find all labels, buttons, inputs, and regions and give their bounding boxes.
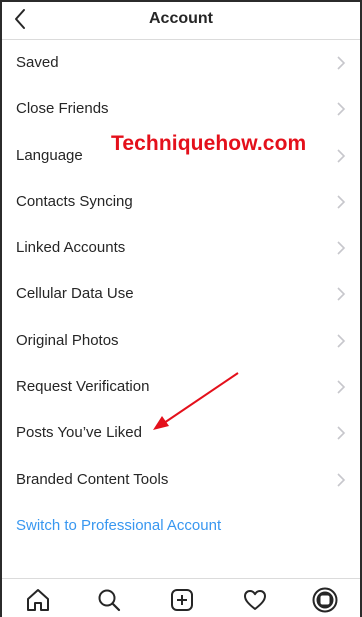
chevron-right-icon	[337, 56, 346, 70]
settings-item-label: Linked Accounts	[16, 239, 126, 257]
settings-item-label: Close Friends	[16, 100, 109, 118]
switch-to-professional-link[interactable]: Switch to Professional Account	[2, 503, 360, 549]
add-post-icon	[171, 589, 193, 611]
chevron-right-icon	[337, 380, 346, 394]
page-title: Account	[149, 10, 213, 27]
home-icon	[27, 589, 49, 611]
settings-item-cellular-data-use[interactable]: Cellular Data Use	[2, 271, 360, 317]
tab-activity[interactable]	[242, 587, 268, 613]
chevron-right-icon	[337, 334, 346, 348]
settings-item-request-verification[interactable]: Request Verification	[2, 364, 360, 410]
phone-frame: Account Saved Close Friends Language Con…	[0, 0, 362, 617]
settings-item-label: Branded Content Tools	[16, 470, 169, 488]
settings-item-branded-content-tools[interactable]: Branded Content Tools	[2, 457, 360, 503]
settings-item-label: Request Verification	[16, 378, 150, 396]
chevron-right-icon	[337, 287, 346, 302]
settings-item-saved[interactable]: Saved	[2, 40, 360, 86]
settings-item-label: Saved	[16, 54, 59, 71]
heart-icon	[244, 590, 266, 610]
chevron-right-icon	[337, 426, 346, 440]
settings-list: Saved Close Friends Language Contacts Sy…	[2, 40, 360, 549]
chevron-right-icon	[337, 102, 346, 116]
settings-item-contacts-syncing[interactable]: Contacts Syncing	[2, 179, 360, 225]
chevron-right-icon	[337, 241, 346, 255]
switch-to-professional-label: Switch to Professional Account	[16, 516, 222, 534]
bottom-tab-bar	[2, 578, 360, 617]
tab-home[interactable]	[25, 587, 51, 613]
settings-item-posts-youve-liked[interactable]: Posts You’ve Liked	[2, 410, 360, 456]
settings-item-label: Cellular Data Use	[16, 285, 134, 303]
settings-item-label: Posts You’ve Liked	[16, 424, 142, 442]
settings-item-label: Language	[16, 146, 83, 164]
top-bar: Account	[2, 2, 360, 40]
tab-profile[interactable]	[312, 587, 338, 613]
tab-new-post[interactable]	[169, 587, 195, 613]
chevron-right-icon	[337, 473, 346, 487]
settings-item-original-photos[interactable]: Original Photos	[2, 318, 360, 364]
profile-avatar-icon	[312, 587, 338, 613]
search-icon	[98, 589, 121, 612]
settings-item-linked-accounts[interactable]: Linked Accounts	[2, 225, 360, 271]
chevron-right-icon	[337, 195, 346, 209]
settings-item-label: Contacts Syncing	[16, 192, 133, 210]
settings-item-close-friends[interactable]: Close Friends	[2, 86, 360, 132]
chevron-right-icon	[337, 149, 346, 163]
tab-search[interactable]	[96, 587, 122, 613]
watermark-text: Techniquehow.com	[111, 132, 307, 155]
settings-item-label: Original Photos	[16, 331, 119, 349]
